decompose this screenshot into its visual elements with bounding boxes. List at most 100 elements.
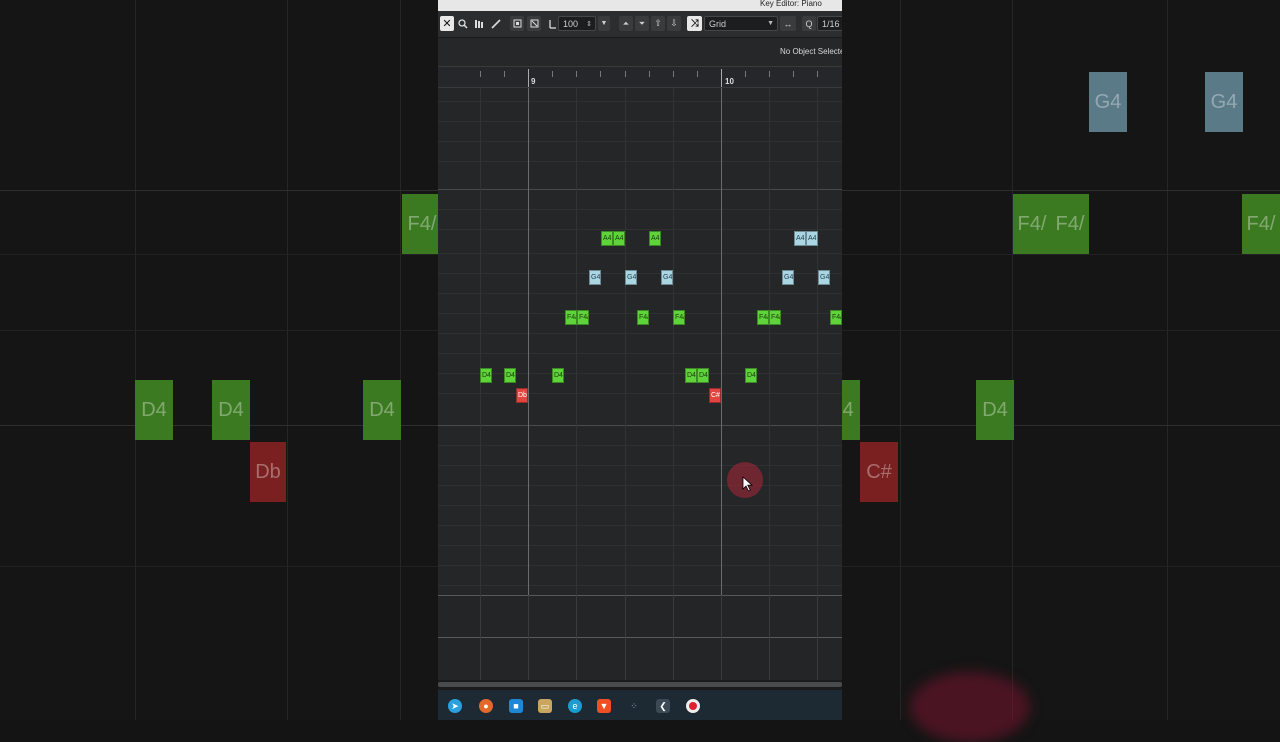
midi-note[interactable]: F4/ <box>637 310 649 325</box>
quantize-label: Q <box>805 18 813 29</box>
bg-grid-line <box>287 0 288 720</box>
beat-line <box>480 595 481 680</box>
files-icon[interactable]: ▭ <box>538 699 552 713</box>
midi-note[interactable]: C# <box>709 388 721 403</box>
midi-note[interactable]: A4 <box>649 231 661 246</box>
apps-icon[interactable]: ⁘ <box>627 699 641 713</box>
dropdown-icon[interactable]: ▼ <box>598 16 610 31</box>
zoom-icon[interactable] <box>456 16 470 31</box>
velocity-icon <box>546 16 558 31</box>
mute-icon[interactable] <box>472 16 486 31</box>
beat-line <box>480 88 481 595</box>
controller-lane[interactable] <box>438 595 842 680</box>
midi-note[interactable]: F4/ <box>757 310 769 325</box>
pitch-row-line <box>438 293 842 294</box>
firefox-icon[interactable]: ● <box>479 699 493 713</box>
pitch-row-line <box>438 209 842 210</box>
move-up-icon[interactable]: ⏶ <box>619 16 633 31</box>
midi-note[interactable]: F4/ <box>830 310 842 325</box>
bg-note: F4/ <box>1013 194 1051 254</box>
move-down-icon[interactable]: ⏷ <box>635 16 649 31</box>
ruler-bar-number: 9 <box>531 77 536 86</box>
bg-grid-line <box>0 190 438 191</box>
ruler-bar-line <box>721 69 722 87</box>
close-icon[interactable]: ✕ <box>440 16 454 31</box>
horizontal-scrollbar[interactable] <box>438 680 842 690</box>
midi-note[interactable]: D4 <box>685 368 697 383</box>
bg-grid-line <box>1012 0 1013 720</box>
midi-note[interactable]: A4 <box>601 231 613 246</box>
pitch-row-line <box>438 373 842 374</box>
cubase-icon[interactable]: ❮ <box>656 699 670 713</box>
bg-grid-line <box>842 190 1280 191</box>
ruler-tick <box>625 71 626 77</box>
bg-grid-line <box>0 330 438 331</box>
snap-live-icon[interactable]: ↔ <box>780 16 796 31</box>
lane-divider <box>438 595 842 596</box>
pitch-row-line <box>438 485 842 486</box>
beat-line <box>769 595 770 680</box>
stepper-icon[interactable]: ⇕ <box>586 20 592 28</box>
midi-note[interactable]: G4 <box>661 270 673 285</box>
midi-note[interactable]: D4 <box>480 368 492 383</box>
quantize-icon[interactable]: Q <box>802 16 816 31</box>
quantize-value-select[interactable]: 1/16 <box>817 16 842 31</box>
pitch-row-line <box>438 161 842 162</box>
ruler-tick <box>793 71 794 77</box>
cursor-glow-blur <box>910 672 1030 742</box>
record-icon[interactable] <box>686 699 700 713</box>
bg-note: Db <box>250 442 286 502</box>
midi-note[interactable]: F4/ <box>577 310 589 325</box>
brave-icon[interactable]: ▼ <box>597 699 611 713</box>
bar-line <box>721 88 722 595</box>
ruler-tick <box>576 71 577 77</box>
pitch-row-line <box>438 565 842 566</box>
ruler[interactable]: 9 10 <box>438 66 842 88</box>
midi-note[interactable]: A4 <box>806 231 818 246</box>
midi-note[interactable]: Db <box>516 388 528 403</box>
snap-type-select[interactable]: Grid ▼ <box>704 16 778 31</box>
velocity-field[interactable]: 100 ⇕ <box>558 16 596 31</box>
midi-note[interactable]: G4 <box>818 270 830 285</box>
midi-note[interactable]: D4 <box>552 368 564 383</box>
beat-line <box>817 595 818 680</box>
scrollbar-thumb[interactable] <box>438 682 842 687</box>
pitch-row-line <box>438 229 842 230</box>
midi-note[interactable]: F4/ <box>769 310 781 325</box>
ruler-tick <box>817 71 818 77</box>
midi-note[interactable]: D4 <box>504 368 516 383</box>
edge-icon[interactable]: e <box>568 699 582 713</box>
pencil-icon[interactable] <box>489 16 503 31</box>
background-right-blur: G4 G4 F4/ F4/ F4/ D4 D4 C# <box>842 0 1280 720</box>
midi-note[interactable]: D4 <box>745 368 757 383</box>
midi-note[interactable]: F4/ <box>673 310 685 325</box>
midi-note[interactable]: A4 <box>794 231 806 246</box>
pitch-row-line <box>438 121 842 122</box>
mouse-cursor-icon <box>742 476 754 492</box>
pitch-row-line <box>438 101 842 102</box>
snap-icon[interactable]: ⤨ <box>687 16 702 31</box>
midi-note[interactable]: D4 <box>697 368 709 383</box>
bg-grid-line <box>842 425 1280 426</box>
midi-note[interactable]: G4 <box>625 270 637 285</box>
auto-scroll-icon[interactable] <box>527 16 541 31</box>
telegram-icon[interactable]: ➤ <box>448 699 462 713</box>
key-editor-window: Key Editor: Piano ✕ 100 ⇕ ▼ ⏶ ⏷ ⇧ ⇩ ⤨ Gr… <box>438 0 842 720</box>
push-up-icon[interactable]: ⇧ <box>651 16 665 31</box>
pitch-row-line <box>438 445 842 446</box>
note-grid[interactable]: A4 A4 A4 A4 A4 G4 G4 G4 G4 G4 F4/ F4/ F4… <box>438 88 842 595</box>
octave-line <box>438 425 842 426</box>
pitch-row-line <box>438 393 842 394</box>
bg-note: D4 <box>363 380 401 440</box>
midi-note[interactable]: G4 <box>589 270 601 285</box>
midi-note[interactable]: F4/ <box>565 310 577 325</box>
midi-note[interactable]: G4 <box>782 270 794 285</box>
beat-line <box>576 88 577 595</box>
store-icon[interactable]: ■ <box>509 699 523 713</box>
bg-note: D4 <box>842 380 860 440</box>
push-down-icon[interactable]: ⇩ <box>667 16 681 31</box>
toolbar: ✕ 100 ⇕ ▼ ⏶ ⏷ ⇧ ⇩ ⤨ Grid ▼ ↔ Q 1/16 <box>438 11 842 38</box>
pitch-row-line <box>438 585 842 586</box>
loop-icon[interactable] <box>510 16 524 31</box>
midi-note[interactable]: A4 <box>613 231 625 246</box>
